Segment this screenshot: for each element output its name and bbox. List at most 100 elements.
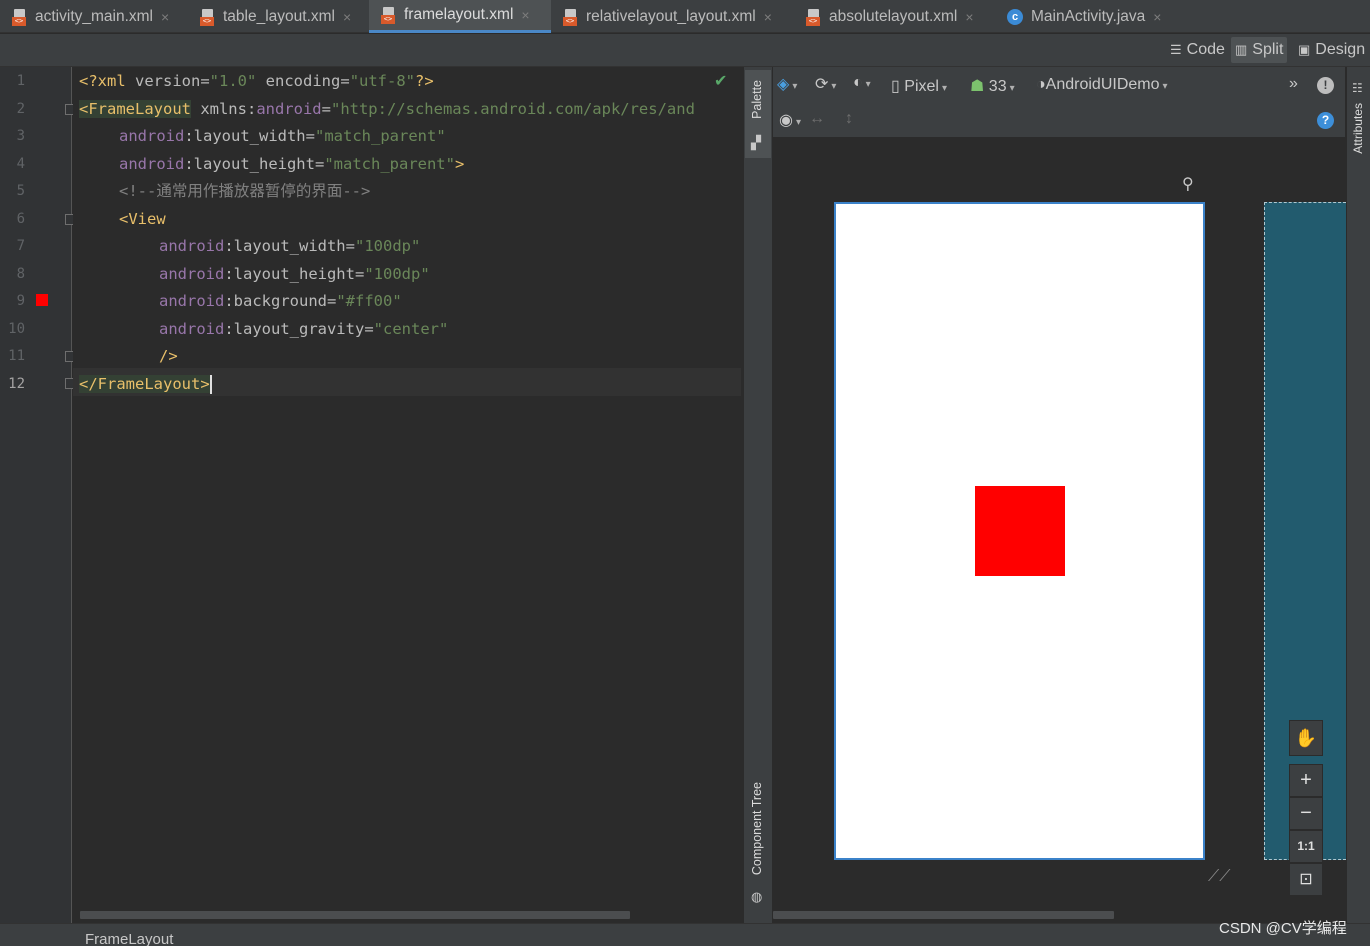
- close-icon[interactable]: ×: [965, 9, 973, 25]
- close-icon[interactable]: ×: [343, 9, 351, 25]
- split-mode-label: Split: [1252, 41, 1284, 58]
- line-number: 6: [16, 211, 25, 227]
- palette-tab[interactable]: Palette ▞: [745, 70, 771, 158]
- tab-absolutelayout[interactable]: absolutelayout.xml ×: [794, 0, 995, 33]
- api-level-label: 33: [988, 78, 1007, 95]
- line-number: 5: [16, 183, 25, 199]
- zoom-to-fit-icon[interactable]: ⊡: [1289, 863, 1323, 896]
- theme-dropdown[interactable]: ◑AndroidUIDemo ▾: [1036, 76, 1168, 94]
- color-swatch-marker[interactable]: [36, 294, 48, 306]
- zoom-out-button[interactable]: −: [1289, 797, 1323, 830]
- xml-file-icon: [200, 8, 216, 26]
- warning-icon[interactable]: !: [1317, 77, 1334, 94]
- line-number: 1: [16, 73, 25, 89]
- breadcrumb[interactable]: FrameLayout: [85, 931, 173, 946]
- layers-icon[interactable]: ◈ ▾: [777, 74, 797, 94]
- tab-framelayout[interactable]: framelayout.xml ×: [369, 0, 551, 33]
- component-tree-label: Component Tree: [750, 782, 764, 876]
- split-view-icon: ▥: [1235, 42, 1248, 57]
- line-number: 8: [16, 266, 25, 282]
- attributes-label: Attributes: [1351, 103, 1365, 154]
- tab-label: framelayout.xml: [404, 6, 514, 23]
- pan-hand-icon[interactable]: ✋: [1289, 720, 1323, 756]
- device-dropdown[interactable]: ▯ Pixel ▾: [891, 76, 947, 96]
- code-line-10: android:layout_gravity="center": [159, 320, 449, 338]
- resize-handle-icon[interactable]: ⟋⟋: [1208, 866, 1230, 886]
- vertical-arrows-icon[interactable]: ↕: [845, 110, 853, 128]
- tab-label: table_layout.xml: [223, 7, 336, 25]
- line-number: 3: [16, 128, 25, 144]
- xml-file-icon: [12, 8, 28, 26]
- help-icon[interactable]: ?: [1317, 112, 1334, 129]
- theme-label: AndroidUIDemo: [1045, 76, 1160, 93]
- night-mode-icon[interactable]: ◐ ▾: [853, 74, 871, 92]
- line-number-current: 12: [8, 376, 25, 392]
- code-line-1: <?xml version="1.0" encoding="utf-8"?>: [79, 72, 434, 90]
- code-line-5: <!--通常用作播放器暂停的界面-->: [119, 182, 371, 200]
- globe-icon: ◍: [751, 890, 763, 905]
- code-editor[interactable]: <?xml version="1.0" encoding="utf-8"?> <…: [73, 67, 741, 923]
- horizontal-arrows-icon[interactable]: ↔: [809, 110, 825, 128]
- view-mode-bar: ☰ Code ▥ Split ▣ Design: [0, 34, 1370, 67]
- design-toolbar: ◈ ▾ ⟳ ▾ ◐ ▾ ▯ Pixel ▾ ☗ 33 ▾ ◑AndroidUIDemo ▾ …: [773, 67, 1345, 103]
- tab-table-layout[interactable]: table_layout.xml ×: [188, 0, 369, 33]
- tab-relativelayout[interactable]: relativelayout_layout.xml ×: [551, 0, 794, 33]
- design-mode-label: Design: [1315, 41, 1366, 58]
- orientation-icon[interactable]: ⟳ ▾: [815, 74, 836, 94]
- line-number: 11: [8, 348, 25, 364]
- tab-activity-main[interactable]: activity_main.xml ×: [0, 0, 188, 33]
- zoom-controls: ✋ + − 1:1 ⊡: [1289, 720, 1323, 898]
- no-problems-check-icon[interactable]: ✔: [714, 71, 727, 90]
- tab-label: MainActivity.java: [1031, 7, 1146, 25]
- tab-label: absolutelayout.xml: [829, 7, 958, 25]
- code-line-12: </FrameLayout>: [79, 375, 212, 394]
- component-tree-tab[interactable]: Component Tree ◍: [745, 768, 771, 914]
- code-mode-label: Code: [1186, 41, 1225, 58]
- text-caret: [209, 375, 212, 394]
- close-icon[interactable]: ×: [161, 9, 169, 25]
- code-line-6: <View: [119, 210, 166, 228]
- device-icon: ▯: [891, 78, 900, 95]
- tab-label: relativelayout_layout.xml: [586, 7, 756, 25]
- eye-icon[interactable]: ◉ ▾: [779, 110, 801, 130]
- close-icon[interactable]: ×: [764, 9, 772, 25]
- line-number: 10: [8, 321, 25, 337]
- close-icon[interactable]: ×: [521, 7, 529, 23]
- tab-label: activity_main.xml: [35, 7, 153, 25]
- editor-tab-bar: activity_main.xml × table_layout.xml × f…: [0, 0, 1370, 33]
- code-line-7: android:layout_width="100dp": [159, 237, 421, 255]
- canvas-horizontal-scrollbar[interactable]: [773, 911, 1114, 919]
- java-class-icon: c: [1007, 8, 1023, 25]
- actual-size-button[interactable]: 1:1: [1289, 830, 1323, 863]
- design-secondary-toolbar: ◉ ▾ ↔ ↕ ?: [773, 103, 1345, 138]
- code-line-8: android:layout_height="100dp": [159, 265, 430, 283]
- xml-file-icon: [381, 6, 397, 24]
- line-number-gutter[interactable]: 1 2 3 4 5 6 7 8 9 10 11 12: [0, 67, 76, 923]
- image-icon: ▣: [1298, 42, 1311, 57]
- line-number: 4: [16, 156, 25, 172]
- attributes-tab[interactable]: ☷ Attributes: [1346, 67, 1370, 923]
- split-mode-button[interactable]: ▥ Split: [1231, 37, 1288, 63]
- more-actions-button[interactable]: »: [1289, 75, 1298, 93]
- xml-file-icon: [563, 8, 579, 26]
- tab-main-activity[interactable]: c MainActivity.java ×: [995, 0, 1185, 33]
- android-icon: ☗: [970, 78, 985, 95]
- design-mode-button[interactable]: ▣ Design: [1294, 37, 1369, 63]
- zoom-in-button[interactable]: +: [1289, 764, 1323, 797]
- sliders-icon: ☷: [1352, 81, 1363, 95]
- palette-label: Palette: [750, 80, 764, 119]
- preview-view-red-square[interactable]: [975, 486, 1065, 576]
- code-lines-icon: ☰: [1170, 42, 1182, 57]
- theme-icon: ◑: [1036, 76, 1046, 93]
- line-number: 7: [16, 238, 25, 254]
- palette-icon: ▞: [751, 136, 761, 151]
- code-line-4: android:layout_height="match_parent">: [119, 155, 465, 173]
- close-icon[interactable]: ×: [1153, 9, 1161, 25]
- code-line-9: android:background="#ff00": [159, 292, 402, 310]
- wrench-icon[interactable]: ⚲: [1182, 174, 1194, 193]
- editor-horizontal-scrollbar[interactable]: [80, 911, 630, 919]
- api-level-dropdown[interactable]: ☗ 33 ▾: [970, 76, 1015, 96]
- code-line-3: android:layout_width="match_parent": [119, 127, 446, 145]
- code-mode-button[interactable]: ☰ Code: [1166, 37, 1229, 63]
- xml-file-icon: [806, 8, 822, 26]
